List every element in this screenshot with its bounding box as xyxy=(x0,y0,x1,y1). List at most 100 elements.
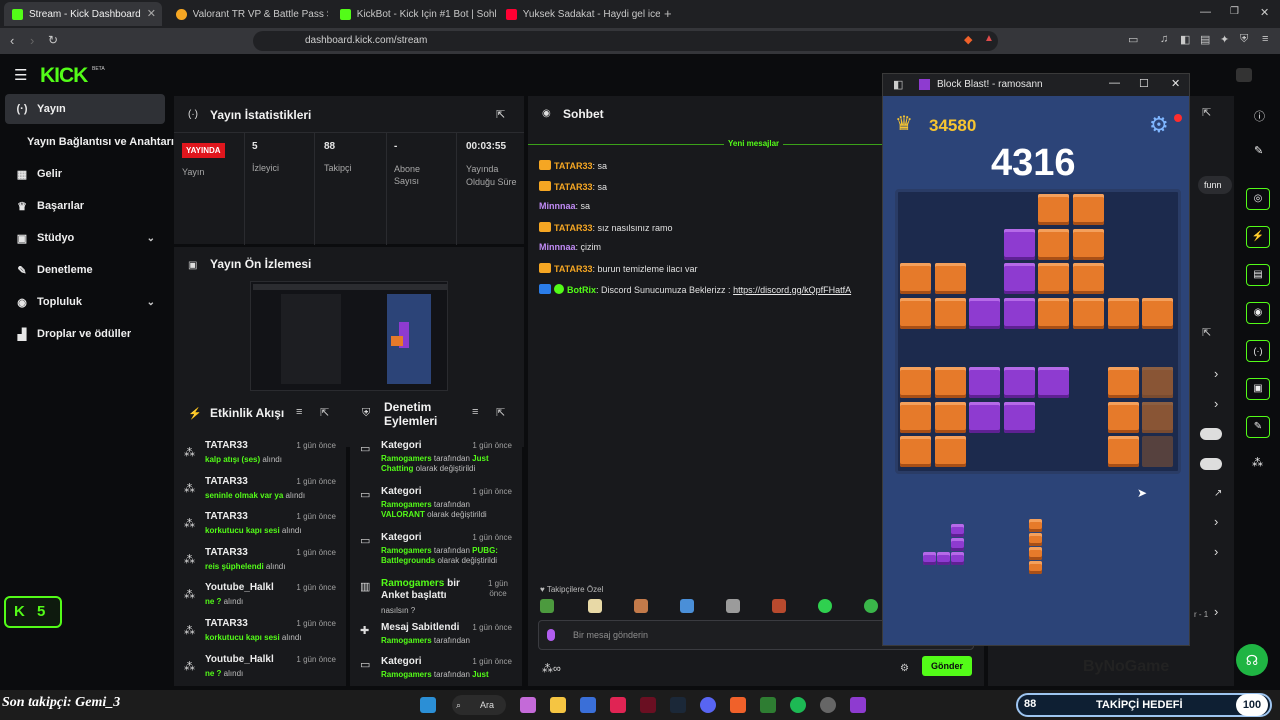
back-icon[interactable]: ‹ xyxy=(10,33,14,48)
sidebar-item-studyo[interactable]: ▣ Stüdyo ⌄ xyxy=(5,223,165,253)
minimize-window-button[interactable]: — xyxy=(1200,6,1211,18)
steam-icon[interactable] xyxy=(670,697,686,713)
chevron-right-icon[interactable]: › xyxy=(1214,604,1218,619)
chat-username[interactable]: Minnnaa xyxy=(539,242,576,252)
minimize-window-button[interactable]: — xyxy=(1109,77,1120,89)
music-icon[interactable]: ♫ xyxy=(1160,33,1168,45)
sidebar-item-gelir[interactable]: ▦ Gelir xyxy=(5,159,165,189)
piece-block[interactable] xyxy=(937,552,950,565)
toggle-switch[interactable] xyxy=(1200,428,1222,440)
kick-logo[interactable]: KICK xyxy=(40,64,88,88)
sidebar-item-yayin[interactable]: (·) Yayın xyxy=(5,94,165,124)
sidebar-item-stream-key[interactable]: Yayın Bağlantısı ve Anahtarı xyxy=(5,127,174,157)
list-item[interactable]: ⁂ TATAR33 1 gün önce korkutucu kapı sesi al… xyxy=(174,511,346,545)
emote-icon[interactable] xyxy=(818,599,832,613)
tag-chip[interactable]: funn xyxy=(1198,176,1232,194)
valorant-icon[interactable] xyxy=(640,697,656,713)
list-item[interactable]: ⁂ TATAR33 1 gün önce kalp atışı (ses) alınd… xyxy=(174,440,346,474)
settings-icon[interactable]: ⚙ xyxy=(900,663,909,674)
new-tab-button[interactable]: + xyxy=(664,6,672,21)
brave-icon[interactable] xyxy=(730,697,746,713)
emote-icon[interactable] xyxy=(588,599,602,613)
stream-preview-thumbnail[interactable] xyxy=(250,281,448,391)
community-icon[interactable]: ⁂ xyxy=(1252,456,1263,469)
piece-block[interactable] xyxy=(951,524,964,537)
url-field[interactable]: dashboard.kick.com/stream xyxy=(253,31,998,51)
menu-icon[interactable]: ≡ xyxy=(1262,33,1268,45)
edit-icon[interactable]: ✎ xyxy=(1254,144,1263,157)
close-tab-icon[interactable]: ✕ xyxy=(147,7,156,20)
reload-icon[interactable]: ↻ xyxy=(48,33,58,47)
chat-username[interactable]: TATAR33 xyxy=(554,182,593,192)
list-item[interactable]: ▥ Ramogamers bir Anket başlattı 1 gün önce… xyxy=(350,578,522,622)
document-icon[interactable]: ▤ xyxy=(1246,264,1270,286)
avatar[interactable] xyxy=(1236,68,1252,82)
app-icon[interactable] xyxy=(610,697,626,713)
camera-icon[interactable]: ◎ xyxy=(1246,188,1270,210)
popout-icon[interactable]: ⇱ xyxy=(320,406,329,419)
chat-link[interactable]: https://discord.gg/kQpfFHatfA xyxy=(733,285,851,295)
app-icon[interactable] xyxy=(580,697,596,713)
toggle-switch[interactable] xyxy=(1200,458,1222,470)
sidebar-item-topluluk[interactable]: ◉ Topluluk ⌄ xyxy=(5,287,165,317)
tab-youtube[interactable]: Yuksek Sadakat - Haydi gel icelim - Y xyxy=(498,2,660,26)
sidebar-item-basarilar[interactable]: ♛ Başarılar xyxy=(5,191,165,221)
list-item[interactable]: ⁂ Youtube_Halkl 1 gün önce ne ? alındı xyxy=(174,582,346,616)
popout-icon[interactable]: ⇱ xyxy=(1202,326,1211,339)
chat-username[interactable]: TATAR33 xyxy=(554,264,593,274)
chat-username[interactable]: Minnnaa xyxy=(539,201,576,211)
chevron-right-icon[interactable]: › xyxy=(1214,396,1218,411)
list-item[interactable]: ⁂ TATAR33 1 gün önce korkutucu kapı sesi al… xyxy=(174,618,346,652)
send-button[interactable]: Gönder xyxy=(922,656,972,676)
brave-shield-icon[interactable]: ◆ xyxy=(964,33,972,46)
emote-icon[interactable] xyxy=(540,599,554,613)
emote-icon[interactable] xyxy=(772,599,786,613)
list-item[interactable]: ▭ Kategori 1 gün önce Ramogamers tarafından… xyxy=(350,532,522,576)
lightning-icon[interactable]: ⚡ xyxy=(1246,226,1270,248)
chart-icon[interactable]: ↗ xyxy=(1214,488,1222,499)
copilot-icon[interactable] xyxy=(520,697,536,713)
filter-icon[interactable]: ≡ xyxy=(472,406,478,418)
filter-icon[interactable]: ≡ xyxy=(296,406,302,418)
piece-block[interactable] xyxy=(951,538,964,551)
chevron-right-icon[interactable]: › xyxy=(1214,514,1218,529)
emote-icon[interactable] xyxy=(726,599,740,613)
tab-kickbot[interactable]: KickBot - Kick İçin #1 Bot | Sohbet, Bi xyxy=(332,2,496,26)
chevron-right-icon[interactable]: › xyxy=(1214,544,1218,559)
chat-username[interactable]: BotRix xyxy=(567,285,596,295)
chat-username[interactable]: TATAR33 xyxy=(554,161,593,171)
tab-kick-dashboard[interactable]: Stream - Kick Dashboard ✕ xyxy=(4,2,162,26)
close-window-button[interactable]: ✕ xyxy=(1260,6,1269,19)
list-item[interactable]: ⁂ TATAR33 1 gün önce reis şüphelendi alındı xyxy=(174,547,346,581)
piece-block[interactable] xyxy=(951,552,964,565)
discord-icon[interactable] xyxy=(700,697,716,713)
list-item[interactable]: ▭ Kategori 1 gün önce Ramogamers tarafından… xyxy=(350,486,522,530)
restore-window-button[interactable]: ❐ xyxy=(1230,6,1239,17)
popout-icon[interactable]: ⇱ xyxy=(496,406,505,419)
list-item[interactable]: ⁂ Youtube_Halkl 1 gün önce ne ? alındı xyxy=(174,654,346,688)
spotify-icon[interactable] xyxy=(790,697,806,713)
piece-block[interactable] xyxy=(1029,519,1042,532)
piece-block[interactable] xyxy=(1029,547,1042,560)
piece-block[interactable] xyxy=(1029,561,1042,574)
settings-icon[interactable]: ⚙ xyxy=(1149,112,1169,138)
vpn-icon[interactable]: ⛨ xyxy=(1240,33,1248,46)
leo-icon[interactable]: ✦ xyxy=(1220,33,1229,46)
app-icon[interactable] xyxy=(760,697,776,713)
broadcast-icon[interactable]: (·) xyxy=(1246,340,1270,362)
forward-icon[interactable]: › xyxy=(30,33,34,48)
sidebar-icon[interactable]: ◧ xyxy=(893,78,903,91)
media-icon[interactable]: ▭ xyxy=(1128,33,1138,46)
emote-icon[interactable] xyxy=(680,599,694,613)
list-item[interactable]: ▭ Kategori 1 gün önce Ramogamers tarafından… xyxy=(350,440,522,484)
block-blast-icon[interactable] xyxy=(850,697,866,713)
tab-valorant[interactable]: Valorant TR VP & Battle Pass Satın Al xyxy=(168,2,328,26)
maximize-window-button[interactable]: ☐ xyxy=(1139,77,1149,90)
wallet-icon[interactable]: ▤ xyxy=(1200,33,1210,46)
chat-bubble-icon[interactable]: ◉ xyxy=(1246,302,1270,324)
wrench-icon[interactable]: ✎ xyxy=(1246,416,1270,438)
obs-icon[interactable] xyxy=(820,697,836,713)
sidebar-item-droplar[interactable]: ▟ Droplar ve ödüller xyxy=(5,319,165,349)
hamburger-menu-icon[interactable]: ☰ xyxy=(14,66,27,84)
chat-username[interactable]: TATAR33 xyxy=(554,223,593,233)
